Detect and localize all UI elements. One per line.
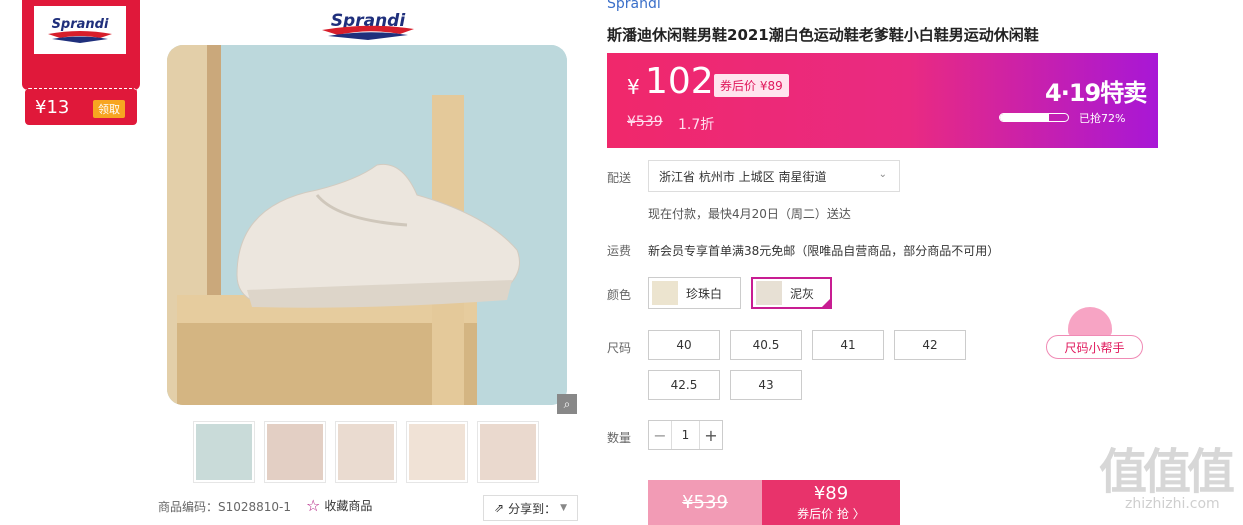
selected-check-icon bbox=[820, 297, 832, 309]
color-name: 泥灰 bbox=[790, 286, 815, 301]
thumbnail-4[interactable] bbox=[406, 421, 468, 483]
store-coupon[interactable]: Sprandi ¥13 领取 bbox=[22, 0, 140, 125]
zoom-icon[interactable]: ⌕ bbox=[557, 394, 577, 414]
original-price-button[interactable]: ¥539 bbox=[648, 480, 762, 525]
color-swatch bbox=[756, 281, 782, 305]
thumbnail-image bbox=[338, 424, 394, 480]
delivery-label: 配送 bbox=[607, 171, 632, 185]
thumbnail-3[interactable] bbox=[335, 421, 397, 483]
svg-text:Sprandi: Sprandi bbox=[52, 17, 109, 32]
sprandi-logo-icon: Sprandi bbox=[48, 17, 112, 43]
coupon-header: Sprandi bbox=[22, 0, 140, 90]
sneaker-photo-icon bbox=[167, 45, 567, 405]
mascot-icon bbox=[1068, 307, 1112, 337]
share-label: 分享到： bbox=[508, 501, 557, 516]
promo-label: 4·19特卖 bbox=[1045, 79, 1147, 107]
minus-button[interactable]: − bbox=[649, 426, 671, 445]
quantity-stepper[interactable]: − 1 + bbox=[648, 420, 723, 450]
color-option-mud-gray[interactable]: 泥灰 bbox=[751, 277, 832, 309]
shipping-label: 运费 bbox=[607, 244, 632, 258]
thumbnail-image bbox=[480, 424, 536, 480]
watermark: 值值值 zhizhizhi.com bbox=[1095, 432, 1243, 518]
color-label: 颜色 bbox=[607, 288, 632, 302]
product-title: 斯潘迪休闲鞋男鞋2021潮白色运动鞋老爹鞋小白鞋男运动休闲鞋 bbox=[607, 26, 1039, 44]
claim-coupon-button[interactable]: 领取 bbox=[93, 100, 125, 118]
delivery-eta: 现在付款，最快4月20日（周二）送达 bbox=[648, 207, 851, 221]
sold-progress-fill bbox=[1000, 114, 1049, 121]
quantity-label: 数量 bbox=[607, 431, 632, 445]
buy-price: ¥89 bbox=[813, 483, 849, 504]
favorite-button[interactable]: ☆ 收藏商品 bbox=[306, 496, 372, 515]
color-swatch bbox=[652, 281, 678, 305]
sprandi-logo-icon: Sprandi bbox=[322, 11, 414, 40]
coupon-body: ¥13 领取 bbox=[25, 88, 137, 125]
sold-percentage: 已抢72% bbox=[1079, 112, 1126, 125]
address-selector[interactable]: 浙江省 杭州市 上城区 南星街道 ⌄ bbox=[648, 160, 900, 192]
buy-button[interactable]: ¥89 券后价 抢 〉 bbox=[762, 480, 900, 525]
address-text: 浙江省 杭州市 上城区 南星街道 bbox=[659, 169, 827, 184]
size-option[interactable]: 40.5 bbox=[730, 330, 802, 360]
share-icon: ⇗ bbox=[494, 501, 505, 515]
chevron-down-icon: ▼ bbox=[560, 503, 567, 513]
thumbnail-1[interactable] bbox=[193, 421, 255, 483]
coupon-price: ¥13 bbox=[35, 97, 70, 118]
brand-logo[interactable]: Sprandi bbox=[316, 8, 420, 40]
brand-link[interactable]: Sprandi bbox=[607, 0, 661, 12]
product-code: 商品编码：S1028810-1 bbox=[158, 500, 292, 514]
price-banner: ¥ 102 券后价 ¥89 ¥539 1.7折 4·19特卖 已抢72% bbox=[607, 53, 1158, 148]
original-price: ¥539 bbox=[627, 114, 663, 130]
thumbnail-5[interactable] bbox=[477, 421, 539, 483]
thumbnail-image bbox=[409, 424, 465, 480]
thumbnail-image bbox=[267, 424, 323, 480]
current-price: 102 bbox=[645, 61, 714, 102]
size-helper-label: 尺码小帮手 bbox=[1046, 335, 1143, 359]
size-option[interactable]: 42 bbox=[894, 330, 966, 360]
size-option[interactable]: 40 bbox=[648, 330, 720, 360]
watermark-logo: 值值值 bbox=[1099, 444, 1235, 500]
main-product-image[interactable] bbox=[167, 45, 567, 405]
thumbnail-image bbox=[196, 424, 252, 480]
after-coupon-price: 券后价 ¥89 bbox=[714, 74, 789, 97]
sold-progress-bar bbox=[999, 113, 1069, 122]
share-button[interactable]: ⇗ 分享到： ▼ bbox=[483, 495, 578, 521]
plus-button[interactable]: + bbox=[700, 426, 722, 445]
discount-rate: 1.7折 bbox=[678, 117, 715, 133]
store-logo: Sprandi bbox=[34, 6, 126, 54]
size-option[interactable]: 41 bbox=[812, 330, 884, 360]
thumbnail-2[interactable] bbox=[264, 421, 326, 483]
watermark-url: zhizhizhi.com bbox=[1125, 496, 1220, 512]
color-option-pearl-white[interactable]: 珍珠白 bbox=[648, 277, 741, 309]
size-label: 尺码 bbox=[607, 341, 632, 355]
buy-action-label: 券后价 抢 〉 bbox=[797, 507, 865, 521]
star-icon: ☆ bbox=[306, 496, 321, 515]
size-option[interactable]: 42.5 bbox=[648, 370, 720, 400]
chevron-down-icon: ⌄ bbox=[878, 169, 887, 180]
quantity-input[interactable]: 1 bbox=[671, 421, 700, 449]
favorite-label: 收藏商品 bbox=[324, 499, 373, 513]
currency-symbol: ¥ bbox=[627, 75, 640, 99]
color-name: 珍珠白 bbox=[686, 286, 723, 301]
size-option[interactable]: 43 bbox=[730, 370, 802, 400]
size-helper-button[interactable]: 尺码小帮手 bbox=[1046, 307, 1143, 359]
shipping-info: 新会员专享首单满38元免邮（限唯品自营商品，部分商品不可用） bbox=[648, 244, 1000, 258]
